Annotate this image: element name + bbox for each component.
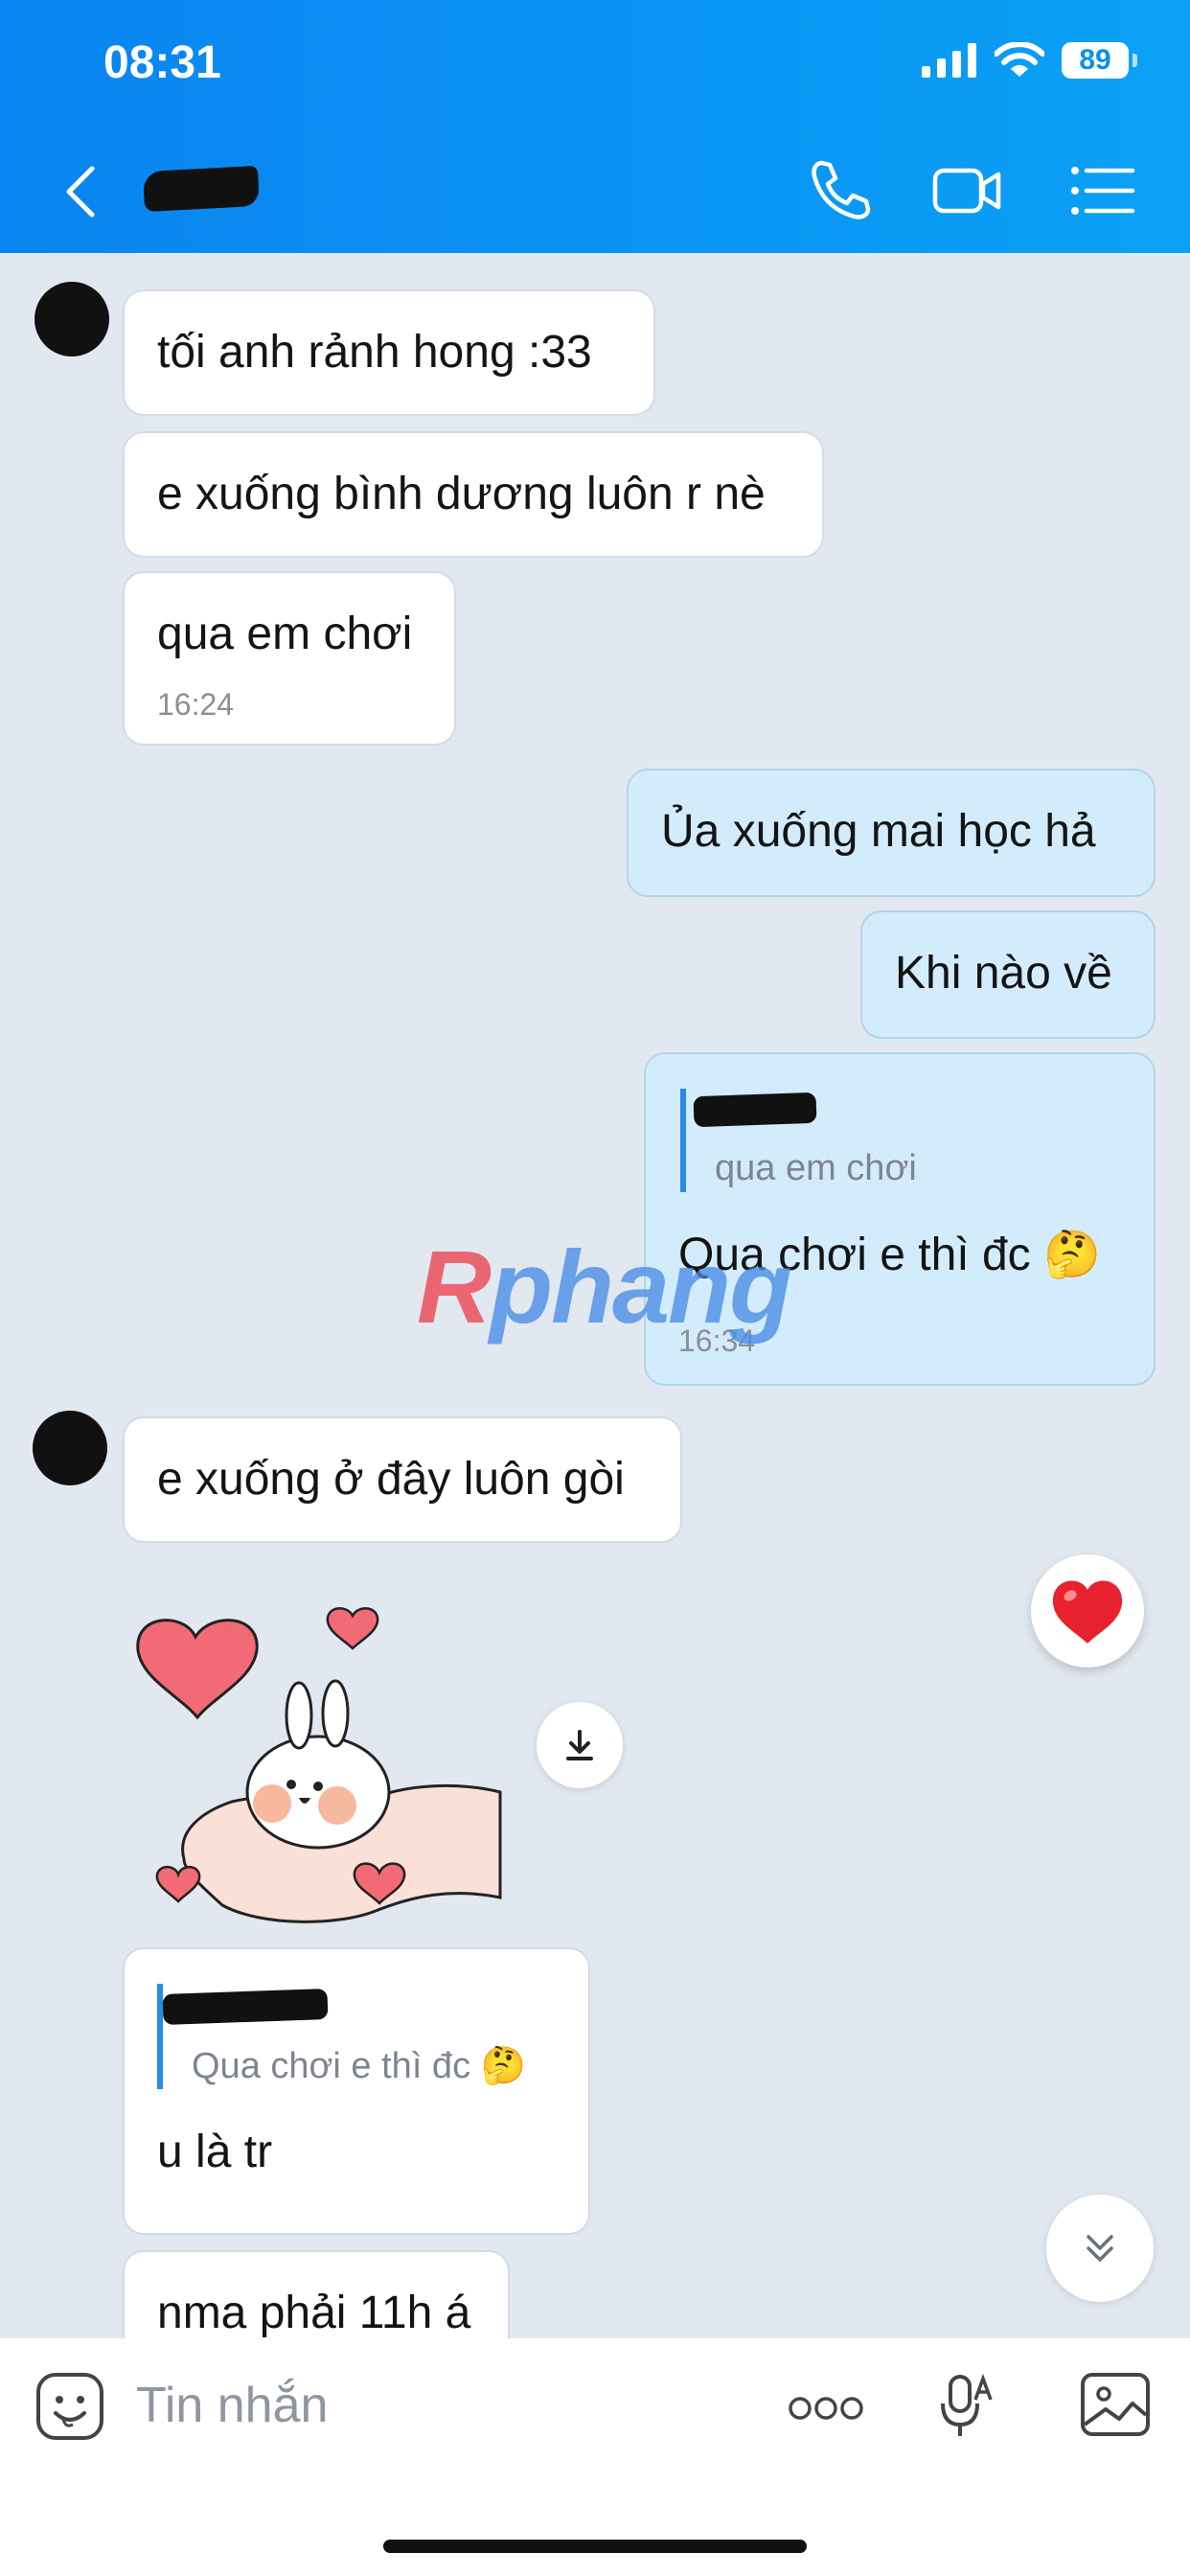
signal-icon [922, 43, 976, 78]
message-text: e xuống ở đây luôn gòi [157, 1454, 625, 1505]
battery-indicator: 89 [1062, 42, 1137, 79]
message-text: Ủa xuống mai học hả [661, 806, 1096, 857]
heart-icon [1052, 1580, 1123, 1644]
contact-name-redacted[interactable] [142, 165, 261, 213]
message-text: nma phải 11h á [157, 2288, 471, 2338]
chevron-left-icon[interactable] [61, 163, 100, 220]
sticker-face-icon[interactable] [34, 2371, 105, 2442]
message-text: qua em chơi [157, 609, 413, 659]
quote-sender-redacted [693, 1092, 817, 1128]
download-icon [566, 1730, 593, 1760]
message-time: 16:24 [157, 687, 235, 722]
bunny-hearts-sticker[interactable] [126, 1600, 510, 1945]
avatar[interactable] [34, 282, 109, 356]
message-composer: Tin nhắn [0, 2338, 1190, 2576]
home-indicator [383, 2540, 807, 2553]
reply-message-bubble[interactable]: Qua chơi e thì đc 🤔 u là tr [123, 1947, 590, 2235]
message-text: e xuống bình dương luôn r nè [157, 469, 766, 519]
message-bubble[interactable]: e xuống ở đây luôn gòi [123, 1416, 682, 1543]
download-button[interactable] [537, 1702, 623, 1788]
quoted-text: Qua chơi e thì đc 🤔 [192, 2046, 526, 2086]
quote-bar [680, 1089, 686, 1192]
message-bubble[interactable]: qua em chơi 16:24 [123, 571, 456, 746]
wifi-icon [995, 42, 1044, 77]
quote-bar [157, 1984, 163, 2089]
double-chevron-down-icon [1087, 2235, 1113, 2262]
voice-text-mic-icon[interactable] [937, 2371, 996, 2442]
message-input[interactable]: Tin nhắn [136, 2377, 328, 2434]
chat-header: 08:31 89 [0, 0, 1190, 253]
scroll-to-bottom-button[interactable] [1046, 2195, 1154, 2302]
message-bubble[interactable]: Ủa xuống mai học hả [627, 769, 1156, 897]
quoted-text: qua em chơi [715, 1148, 917, 1188]
message-text: tối anh rảnh hong :33 [157, 327, 592, 378]
status-indicators: 89 [922, 42, 1137, 79]
menu-list-icon[interactable] [1065, 153, 1140, 228]
reaction-heart-button[interactable] [1031, 1554, 1144, 1668]
watermark: Rphang [417, 1229, 792, 1345]
message-text: Khi nào về [895, 948, 1112, 999]
message-bubble[interactable]: Khi nào về [860, 910, 1156, 1039]
phone-icon[interactable] [803, 153, 878, 228]
message-text: u là tr [157, 2127, 273, 2177]
message-bubble[interactable]: tối anh rảnh hong :33 [123, 289, 655, 416]
video-camera-icon[interactable] [929, 153, 1004, 228]
image-gallery-icon[interactable] [1079, 2371, 1152, 2438]
quote-sender-redacted [162, 1989, 329, 2025]
more-options-icon[interactable] [788, 2396, 864, 2421]
message-bubble[interactable]: e xuống bình dương luôn r nè [123, 431, 824, 558]
status-time: 08:31 [103, 37, 221, 88]
avatar[interactable] [33, 1411, 107, 1485]
